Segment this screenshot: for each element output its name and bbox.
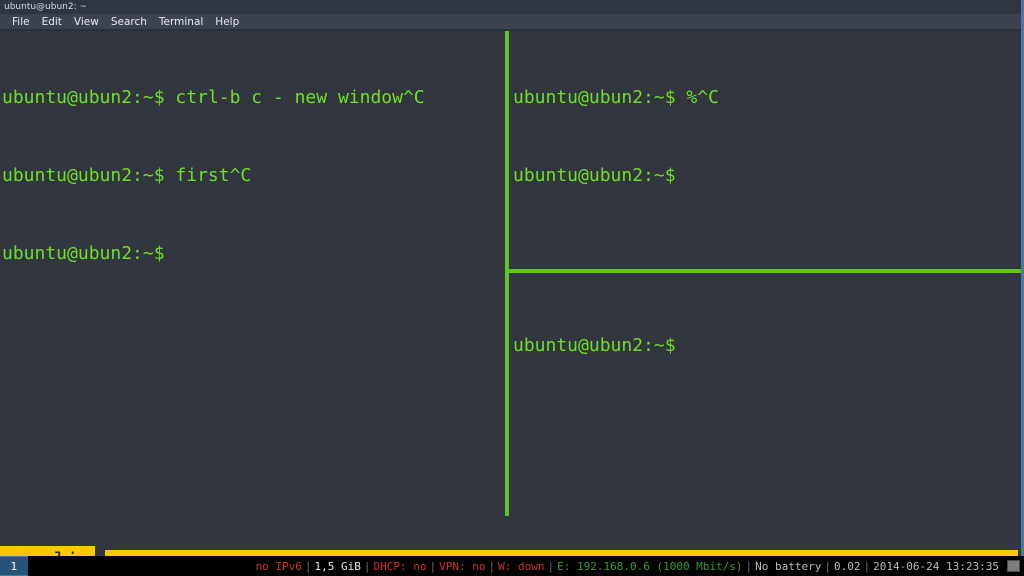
status-separator: | [547,559,555,573]
terminal-line: ubuntu@ubun2:~$ %^C [513,87,719,108]
terminal-line: ubuntu@ubun2:~$ first^C [2,165,252,186]
status-separator: | [824,559,832,573]
status-ipv6: no IPv6 [255,559,302,573]
menu-item-file[interactable]: File [6,14,36,30]
menu-item-search[interactable]: Search [105,14,153,30]
status-dhcp: DHCP: no [373,559,427,573]
terminal-line: ubuntu@ubun2:~$ ctrl-b c - new window^C [2,87,425,108]
tmux-pane-top-right[interactable]: ubuntu@ubun2:~$ %^C ubuntu@ubun2:~$ [513,33,1019,269]
status-separator: | [429,559,437,573]
i3-status-bar: 1 no IPv6 | 1,5 GiB | DHCP: no | VPN: no… [0,556,1024,576]
menu-item-terminal[interactable]: Terminal [153,14,209,30]
tmux-command-input[interactable]: : splig [0,546,95,556]
terminal-line: ubuntu@ubun2:~$ [2,243,165,264]
terminal-line: ubuntu@ubun2:~$ [513,165,676,186]
tmux-pane-bottom-right[interactable]: ubuntu@ubun2:~$ [513,281,1019,514]
tray-icon[interactable] [1007,560,1020,572]
window-titlebar[interactable]: ubuntu@ubun2: ~ [0,0,1021,14]
terminal-content[interactable]: ubuntu@ubun2:~$ ctrl-b c - new window^C … [0,31,1021,556]
terminal-line: ubuntu@ubun2:~$ [513,335,676,356]
workspace-list: 1 [0,556,28,576]
workspace-button-1[interactable]: 1 [0,556,28,576]
status-load: 0.02 [834,559,861,573]
status-separator: | [863,559,871,573]
status-separator: | [304,559,312,573]
status-battery: No battery [755,559,822,573]
menu-item-edit[interactable]: Edit [36,14,68,30]
status-vpn: VPN: no [439,559,486,573]
menu-item-view[interactable]: View [68,14,105,30]
status-datetime: 2014-06-24 13:23:35 [873,559,999,573]
status-separator: | [745,559,753,573]
status-ethernet: E: 192.168.0.6 (1000 Mbit/s) [557,559,743,573]
status-wireless: W: down [498,559,545,573]
tmux-pane-divider-vertical[interactable] [505,31,509,516]
terminal-window: ubuntu@ubun2: ~ File Edit View Search Te… [0,0,1024,556]
status-separator: | [363,559,371,573]
desktop-screen: ubuntu@ubun2: ~ File Edit View Search Te… [0,0,1024,576]
tmux-pane-divider-horizontal[interactable] [505,269,1021,273]
menu-item-help[interactable]: Help [209,14,245,30]
status-separator: | [488,559,496,573]
tmux-command-line[interactable]: : splig [0,513,1021,556]
tmux-pane-left[interactable]: ubuntu@ubun2:~$ ctrl-b c - new window^C … [2,33,505,514]
status-memory: 1,5 GiB [314,559,361,573]
menu-bar: File Edit View Search Terminal Help [0,14,1021,30]
status-segments: no IPv6 | 1,5 GiB | DHCP: no | VPN: no |… [253,560,1024,573]
